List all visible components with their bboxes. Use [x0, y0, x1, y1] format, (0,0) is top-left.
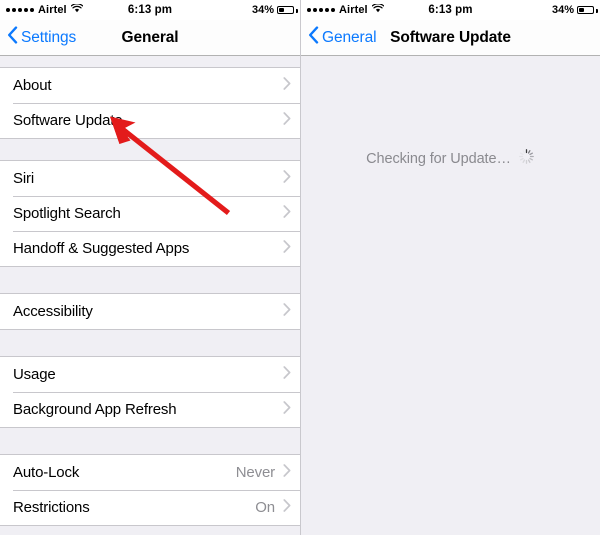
signal-strength-icon	[6, 8, 34, 12]
row-label: Handoff & Suggested Apps	[13, 240, 190, 257]
list-section-gap	[0, 139, 300, 160]
row-label: Accessibility	[13, 303, 93, 320]
right-pane-software-update: Airtel 6:13 pm 34% General Software Upda…	[300, 0, 600, 535]
back-button-label: General	[322, 28, 377, 46]
battery-percentage: 34%	[551, 4, 574, 16]
row-label: Usage	[13, 366, 56, 383]
row-label: Siri	[13, 170, 35, 187]
settings-group-accessibility: Accessibility	[0, 293, 300, 330]
left-pane-general-settings: Airtel 6:13 pm 34% Settings General Abou…	[0, 0, 300, 535]
checking-status-label: Checking for Update…	[366, 151, 511, 167]
wifi-icon	[70, 3, 84, 16]
status-bar-battery-group: 34%	[551, 4, 598, 16]
battery-icon	[277, 5, 298, 15]
list-top-gap	[0, 56, 300, 67]
row-label: Software Update	[13, 112, 123, 129]
settings-row-restrictions[interactable]: Restrictions On	[0, 490, 300, 525]
chevron-right-icon	[283, 169, 291, 188]
row-label: Background App Refresh	[13, 401, 177, 418]
chevron-right-icon	[283, 498, 291, 517]
settings-row-about[interactable]: About	[0, 68, 300, 103]
list-section-gap	[0, 330, 300, 356]
settings-list-general: About Software Update Siri Spotlight Sea…	[0, 56, 300, 526]
ios-settings-screenshot: Airtel 6:13 pm 34% Settings General Abou…	[0, 0, 600, 535]
nav-bar-left: Settings General	[0, 20, 300, 56]
back-button-settings[interactable]: Settings	[0, 26, 76, 49]
settings-row-software-update[interactable]: Software Update	[0, 103, 300, 138]
back-button-label: Settings	[21, 28, 77, 46]
settings-row-usage[interactable]: Usage	[0, 357, 300, 392]
nav-bar-right: General Software Update	[301, 20, 600, 56]
carrier-name: Airtel	[339, 4, 368, 16]
chevron-right-icon	[283, 400, 291, 419]
settings-row-spotlight-search[interactable]: Spotlight Search	[0, 196, 300, 231]
list-section-gap	[0, 428, 300, 454]
checking-for-update-status: Checking for Update…	[301, 148, 600, 170]
chevron-right-icon	[283, 76, 291, 95]
chevron-right-icon	[283, 302, 291, 321]
list-section-gap	[0, 267, 300, 293]
settings-group-about: About Software Update	[0, 67, 300, 139]
settings-group-siri: Siri Spotlight Search Handoff & Suggeste…	[0, 160, 300, 267]
chevron-right-icon	[283, 463, 291, 482]
loading-spinner-icon	[518, 148, 535, 170]
status-bar-carrier-group: Airtel	[6, 3, 252, 16]
row-label: About	[13, 77, 52, 94]
chevron-left-icon	[308, 26, 319, 49]
row-label: Spotlight Search	[13, 205, 121, 222]
chevron-right-icon	[283, 204, 291, 223]
battery-icon	[577, 5, 598, 15]
settings-row-handoff-suggested-apps[interactable]: Handoff & Suggested Apps	[0, 231, 300, 266]
chevron-right-icon	[283, 239, 291, 258]
back-button-general[interactable]: General	[301, 26, 377, 49]
row-label: Restrictions	[13, 499, 90, 516]
settings-row-siri[interactable]: Siri	[0, 161, 300, 196]
status-bar-battery-group: 34%	[251, 4, 298, 16]
software-update-content: Checking for Update…	[301, 56, 600, 535]
status-bar-carrier-group: Airtel	[307, 3, 552, 16]
row-value: On	[255, 499, 275, 516]
settings-group-usage: Usage Background App Refresh	[0, 356, 300, 428]
settings-row-background-app-refresh[interactable]: Background App Refresh	[0, 392, 300, 427]
status-bar-right: Airtel 6:13 pm 34%	[301, 0, 600, 20]
chevron-right-icon	[283, 111, 291, 130]
row-value: Never	[235, 464, 275, 481]
status-bar-left: Airtel 6:13 pm 34%	[0, 0, 300, 20]
battery-percentage: 34%	[251, 4, 274, 16]
chevron-right-icon	[283, 365, 291, 384]
settings-row-accessibility[interactable]: Accessibility	[0, 294, 300, 329]
row-label: Auto-Lock	[13, 464, 80, 481]
settings-row-auto-lock[interactable]: Auto-Lock Never	[0, 455, 300, 490]
carrier-name: Airtel	[38, 4, 67, 16]
chevron-left-icon	[7, 26, 18, 49]
signal-strength-icon	[307, 8, 335, 12]
settings-group-lock-restrictions: Auto-Lock Never Restrictions On	[0, 454, 300, 526]
wifi-icon	[371, 3, 385, 16]
